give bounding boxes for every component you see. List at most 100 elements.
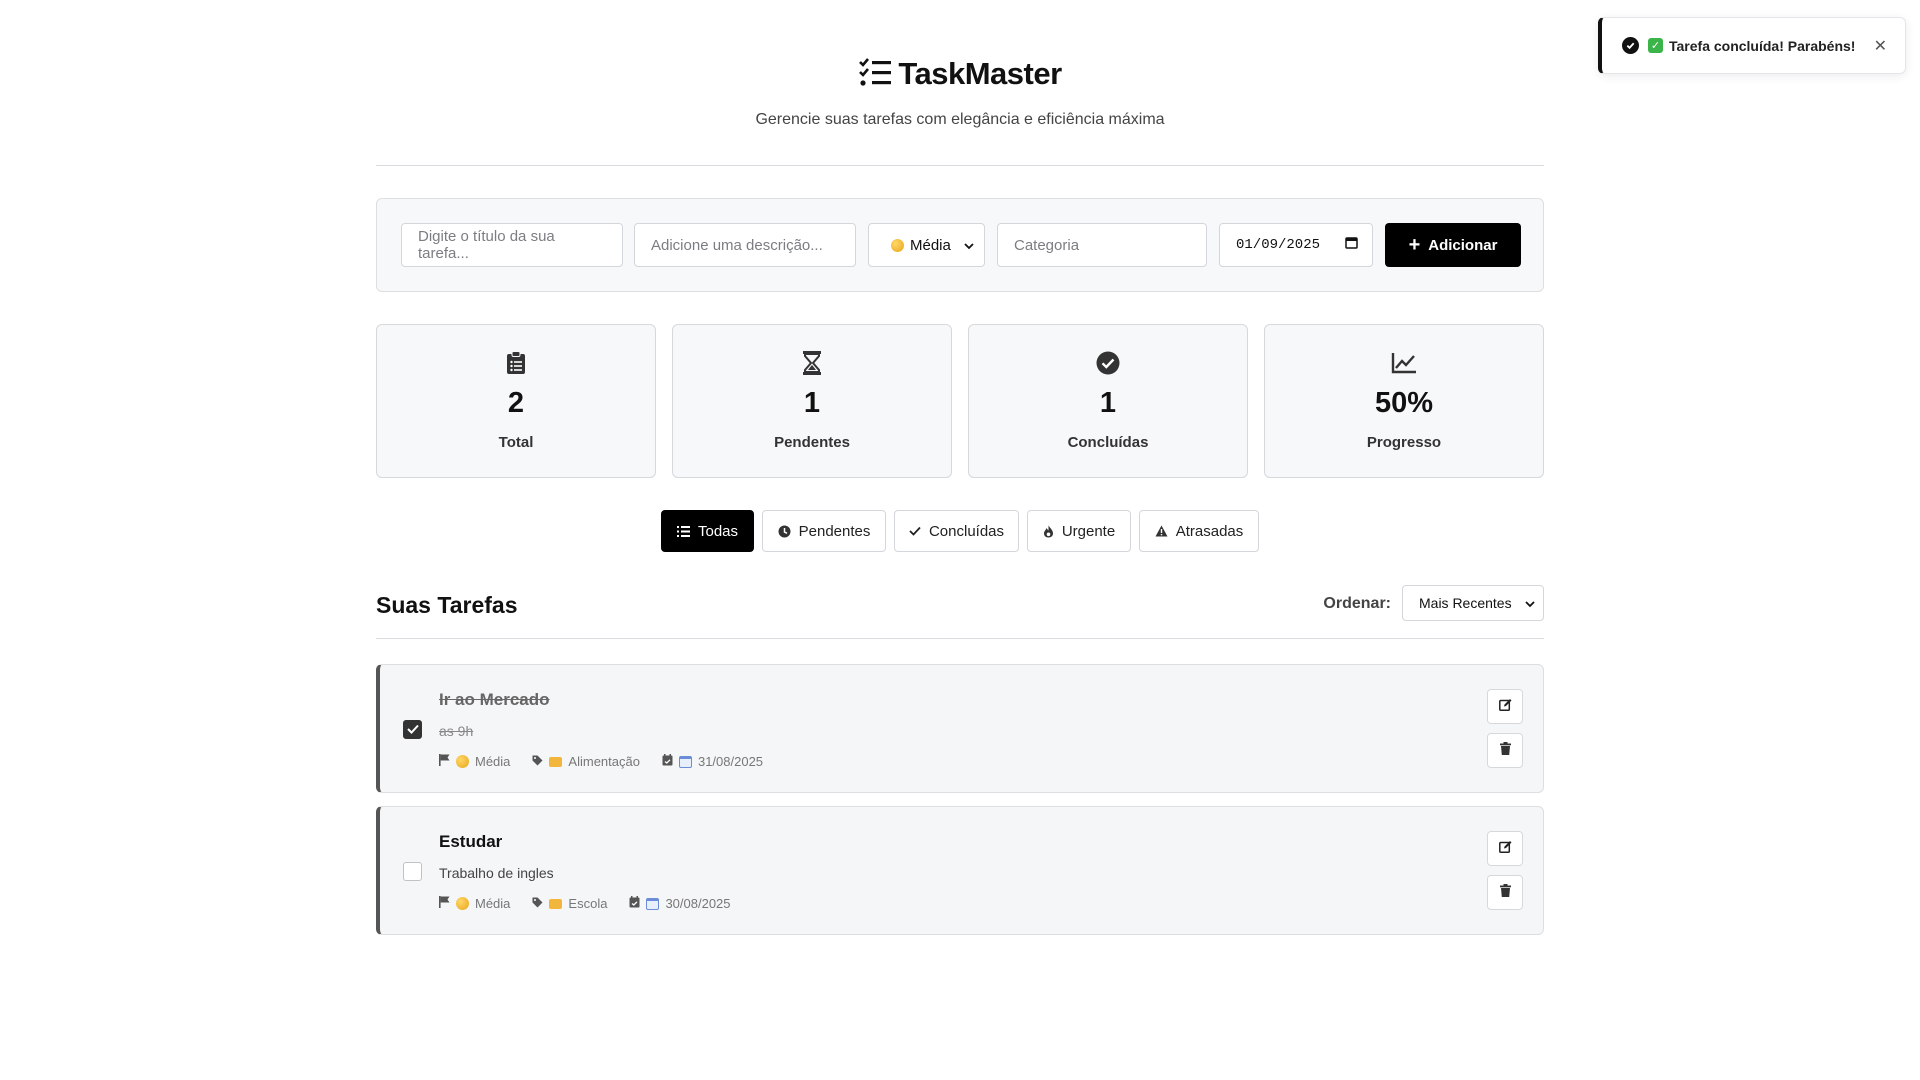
clock-icon [778,525,791,538]
filter-urgent[interactable]: Urgente [1027,510,1131,552]
chevron-down-icon [964,237,974,254]
priority-medium-icon [456,755,469,768]
trash-icon [1499,741,1511,760]
priority-medium-icon [456,897,469,910]
toast-message: Tarefa concluída! Parabéns! [1669,37,1856,54]
stat-card-completed: 1 Concluídas [968,324,1248,478]
stat-label-total: Total [498,434,534,451]
stat-label-progress: Progresso [1366,434,1442,451]
task-card: Estudar Trabalho de ingles Média Escola … [376,806,1544,935]
stat-value-pending: 1 [803,387,821,419]
task-priority-label: Média [475,754,511,769]
task-date-label: 31/08/2025 [697,754,764,769]
line-chart-icon [1265,349,1543,377]
delete-task-button[interactable] [1487,875,1523,910]
filter-completed[interactable]: Concluídas [894,510,1019,552]
flag-icon [439,754,450,769]
task-meta: Média Escola 30/08/2025 [439,896,753,911]
description-input[interactable]: Adicione uma descrição... [634,223,856,267]
filter-pending-label: Pendentes [798,522,871,540]
filter-overdue-label: Atrasadas [1175,522,1244,540]
toast-notification: ✓ Tarefa concluída! Parabéns! ✕ [1598,17,1906,74]
stat-card-progress: 50% Progresso [1264,324,1544,478]
stat-value-progress: 50% [1374,387,1434,419]
add-task-button-label: Adicionar [1428,236,1498,254]
tasks-section-header: Suas Tarefas Ordenar: Mais Recentes [376,580,1544,639]
task-title: Estudar [439,832,503,851]
edit-icon [1498,698,1512,716]
check-icon [909,526,921,536]
filter-all-label: Todas [697,522,739,540]
edit-task-button[interactable] [1487,689,1523,724]
tag-icon [532,896,543,911]
calendar-icon[interactable] [1345,236,1358,254]
stat-label-completed: Concluídas [1067,434,1149,451]
task-priority-label: Média [475,896,511,911]
warning-icon [1155,525,1168,537]
stat-card-total: 2 Total [376,324,656,478]
edit-icon [1498,840,1512,858]
task-date: 31/08/2025 [662,754,769,769]
category-input[interactable]: Categoria [997,223,1207,267]
task-description: as 9h [439,723,474,739]
sort-select-value: Mais Recentes [1419,595,1512,611]
sort-label: Ordenar: [1323,595,1391,612]
trash-icon [1499,883,1511,902]
title-input[interactable]: Digite o título da sua tarefa... [401,223,623,267]
tasks-section-title: Suas Tarefas [376,592,518,618]
task-checkbox[interactable] [403,720,422,739]
check-icon [406,721,419,739]
delete-task-button[interactable] [1487,733,1523,768]
stat-value-total: 2 [507,387,525,419]
task-description: Trabalho de ingles [439,865,554,881]
task-category-label: Alimentação [568,754,640,769]
tag-icon [532,754,543,769]
task-priority: Média [439,896,516,911]
task-priority: Média [439,754,516,769]
stat-label-pending: Pendentes [774,434,850,451]
task-date-label: 30/08/2025 [665,896,731,911]
priority-select[interactable]: Média [868,223,985,267]
sort-select[interactable]: Mais Recentes [1402,585,1544,621]
chevron-down-icon [1525,595,1535,611]
filter-all[interactable]: Todas [661,510,754,552]
calendar-check-icon [629,896,640,911]
add-task-form: Digite o título da sua tarefa... Adicion… [376,198,1544,292]
clipboard-list-icon [377,349,655,377]
filter-urgent-label: Urgente [1061,522,1116,540]
plus-icon: + [1408,234,1421,256]
filter-overdue[interactable]: Atrasadas [1139,510,1259,552]
task-date: 30/08/2025 [629,896,736,911]
app-subtitle: Gerencie suas tarefas com elegância e ef… [755,111,1165,128]
task-category: Alimentação [532,754,646,769]
check-mark-emoji-icon: ✓ [1648,38,1663,53]
date-input[interactable]: 01/09/2025 [1219,223,1373,267]
folder-icon [549,898,563,909]
list-icon [676,525,690,537]
close-icon[interactable]: ✕ [1874,36,1887,56]
task-checkbox[interactable] [403,862,422,881]
flag-icon [439,896,450,911]
task-meta: Média Alimentação 31/08/2025 [439,754,785,769]
stat-value-completed: 1 [1099,387,1117,419]
task-category: Escola [532,896,613,911]
task-title: Ir ao Mercado [439,690,550,709]
check-circle-icon [1622,37,1639,54]
app-title: TaskMaster [898,56,1062,91]
edit-task-button[interactable] [1487,831,1523,866]
task-card: Ir ao Mercado as 9h Média Alimentação 31… [376,664,1544,793]
fire-icon [1043,525,1054,538]
date-input-value: 01/09/2025 [1236,237,1321,253]
add-task-button[interactable]: + Adicionar [1385,223,1521,267]
priority-medium-icon [891,238,904,252]
logo: TaskMaster [376,56,1544,92]
calendar-icon [646,897,660,910]
calendar-icon [678,755,692,768]
filter-completed-label: Concluídas [928,522,1005,540]
check-circle-icon [969,349,1247,377]
filter-pending[interactable]: Pendentes [762,510,886,552]
hourglass-icon [673,349,951,377]
folder-icon [549,756,563,767]
priority-select-value: Média [910,236,951,254]
page-header: TaskMaster Gerencie suas tarefas com ele… [376,0,1544,166]
